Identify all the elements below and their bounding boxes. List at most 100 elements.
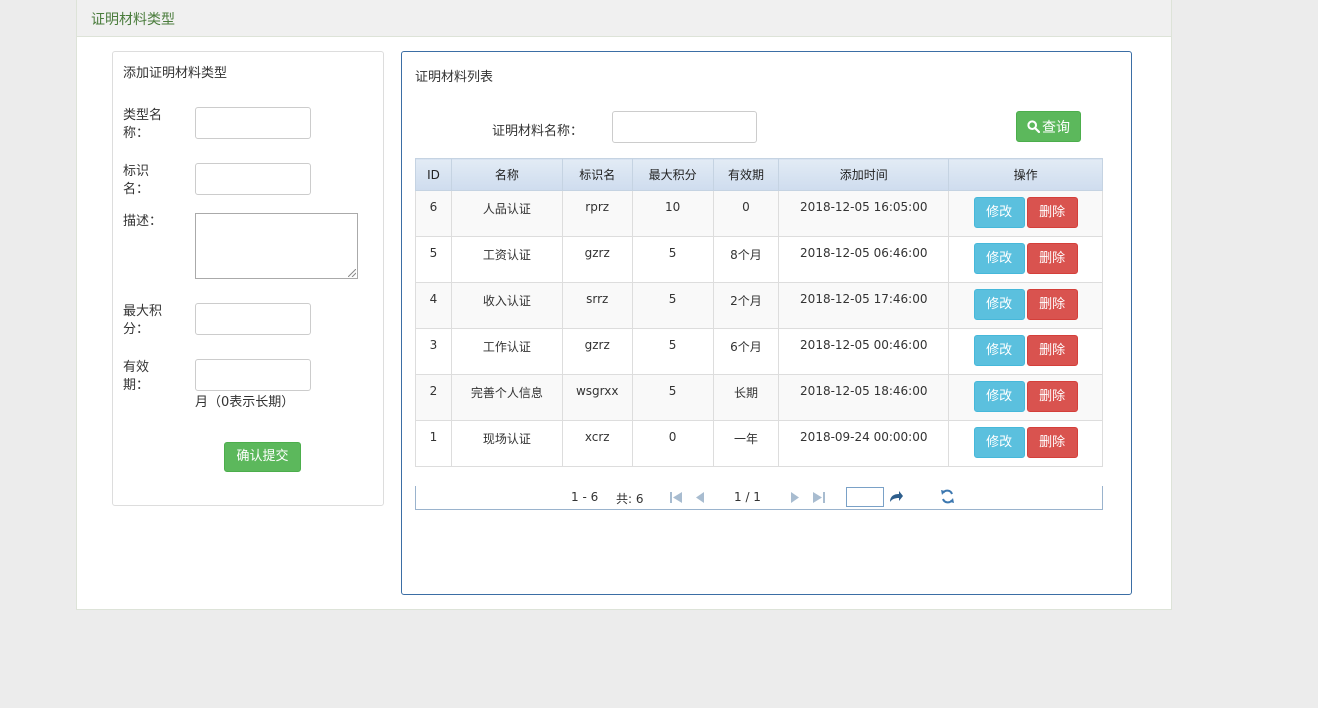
resize-handle-icon[interactable] <box>348 269 356 277</box>
cell-name: 工作认证 <box>450 328 563 375</box>
cell-code: rprz <box>561 190 633 237</box>
cell-code: srrz <box>561 282 633 329</box>
cell-name: 工资认证 <box>450 236 563 283</box>
description-textarea[interactable] <box>195 213 358 279</box>
edit-button[interactable]: 修改 <box>973 243 1025 274</box>
search-icon <box>1027 120 1040 133</box>
add-type-panel: 添加证明材料类型 类型名称： 标识名： 描述： 最大积分： 有效期： 月（0表示… <box>112 51 384 506</box>
column-header: 操作 <box>948 158 1103 191</box>
cell-id: 5 <box>415 236 452 283</box>
column-header[interactable]: 最大积分 <box>631 158 714 191</box>
edit-button[interactable]: 修改 <box>973 335 1025 366</box>
cell-max-points: 5 <box>631 328 714 375</box>
delete-button[interactable]: 删除 <box>1026 289 1078 320</box>
cell-added-time: 2018-12-05 18:46:00 <box>778 374 950 421</box>
cell-id: 4 <box>415 282 452 329</box>
identifier-label: 标识名： <box>123 164 150 197</box>
page-title: 证明材料类型 <box>77 0 1171 37</box>
identifier-input[interactable] <box>195 163 311 195</box>
delete-button[interactable]: 删除 <box>1026 335 1078 366</box>
edit-button[interactable]: 修改 <box>973 197 1025 228</box>
type-name-label: 类型名称： <box>123 108 163 141</box>
delete-button[interactable]: 删除 <box>1026 243 1078 274</box>
go-arrow-icon[interactable] <box>888 490 904 504</box>
column-header[interactable]: 名称 <box>450 158 563 191</box>
column-header[interactable]: 添加时间 <box>778 158 950 191</box>
page-jump-input[interactable] <box>846 487 884 507</box>
description-label: 描述： <box>123 214 163 229</box>
edit-button[interactable]: 修改 <box>973 381 1025 412</box>
table-row: 6 人品认证 rprz 10 0 2018-12-05 16:05:00 修改删… <box>415 190 1103 237</box>
cell-code: xcrz <box>561 420 633 467</box>
pager-range: 1 - 6 <box>571 490 599 504</box>
cell-id: 3 <box>415 328 452 375</box>
cell-code: gzrz <box>561 236 633 283</box>
add-form-title: 添加证明材料类型 <box>123 66 228 81</box>
cell-name: 人品认证 <box>450 190 563 237</box>
list-title: 证明材料列表 <box>415 70 494 85</box>
first-page-icon[interactable] <box>669 491 683 504</box>
cell-max-points: 5 <box>631 374 714 421</box>
cell-added-time: 2018-09-24 00:00:00 <box>778 420 950 467</box>
search-input[interactable] <box>612 111 757 143</box>
table-row: 1 现场认证 xcrz 0 一年 2018-09-24 00:00:00 修改删… <box>415 420 1103 467</box>
cell-validity: 6个月 <box>712 328 780 375</box>
search-label: 证明材料名称： <box>492 124 584 139</box>
cell-added-time: 2018-12-05 06:46:00 <box>778 236 950 283</box>
cell-actions: 修改 删除 <box>948 236 1103 283</box>
cell-name: 现场认证 <box>450 420 563 467</box>
pagination-bar: 1 - 6 共: 6 1 / 1 <box>415 486 1103 510</box>
query-button[interactable]: 查询 <box>1016 111 1081 142</box>
type-list-panel: 证明材料列表 证明材料名称： 查询 ID 名称 标识名 最大积分 有效期 添加时… <box>401 51 1132 595</box>
cell-actions: 修改 删除 <box>948 328 1103 375</box>
column-header[interactable]: 有效期 <box>712 158 780 191</box>
cell-actions: 修改 删除 <box>948 282 1103 329</box>
table-header-row: ID 名称 标识名 最大积分 有效期 添加时间 操作 <box>415 158 1103 191</box>
last-page-icon[interactable] <box>812 491 826 504</box>
next-page-icon[interactable] <box>789 491 801 504</box>
cell-code: wsgrxx <box>561 374 633 421</box>
cell-validity: 一年 <box>712 420 780 467</box>
max-points-input[interactable] <box>195 303 311 335</box>
type-name-input[interactable] <box>195 107 311 139</box>
cell-validity: 0 <box>712 190 780 237</box>
cell-max-points: 10 <box>631 190 714 237</box>
cell-name: 完善个人信息 <box>450 374 563 421</box>
pager-total: 共: 6 <box>616 492 644 506</box>
cell-max-points: 0 <box>631 420 714 467</box>
pager-page-info: 1 / 1 <box>734 490 761 504</box>
max-points-label: 最大积分： <box>123 304 163 337</box>
cell-id: 2 <box>415 374 452 421</box>
validity-input[interactable] <box>195 359 311 391</box>
table-row: 3 工作认证 gzrz 5 6个月 2018-12-05 00:46:00 修改… <box>415 328 1103 375</box>
cell-id: 6 <box>415 190 452 237</box>
table-row: 4 收入认证 srrz 5 2个月 2018-12-05 17:46:00 修改… <box>415 282 1103 329</box>
cell-max-points: 5 <box>631 236 714 283</box>
delete-button[interactable]: 删除 <box>1026 197 1078 228</box>
cell-code: gzrz <box>561 328 633 375</box>
delete-button[interactable]: 删除 <box>1026 381 1078 412</box>
edit-button[interactable]: 修改 <box>973 289 1025 320</box>
cell-name: 收入认证 <box>450 282 563 329</box>
cell-actions: 修改 删除 <box>948 374 1103 421</box>
cell-validity: 8个月 <box>712 236 780 283</box>
cell-id: 1 <box>415 420 452 467</box>
validity-hint: 月（0表示长期） <box>195 395 295 410</box>
cell-actions: 修改 删除 <box>948 190 1103 237</box>
table-row: 5 工资认证 gzrz 5 8个月 2018-12-05 06:46:00 修改… <box>415 236 1103 283</box>
type-table: ID 名称 标识名 最大积分 有效期 添加时间 操作 6 人品认证 rprz 1… <box>415 158 1103 467</box>
refresh-icon[interactable] <box>940 489 955 504</box>
cell-actions: 修改 删除 <box>948 420 1103 467</box>
cell-validity: 长期 <box>712 374 780 421</box>
prev-page-icon[interactable] <box>694 491 706 504</box>
cell-max-points: 5 <box>631 282 714 329</box>
validity-label: 有效期： <box>123 360 150 393</box>
cell-validity: 2个月 <box>712 282 780 329</box>
edit-button[interactable]: 修改 <box>973 427 1025 458</box>
cell-added-time: 2018-12-05 17:46:00 <box>778 282 950 329</box>
delete-button[interactable]: 删除 <box>1026 427 1078 458</box>
submit-button[interactable]: 确认提交 <box>224 442 301 472</box>
column-header[interactable]: ID <box>415 158 452 191</box>
query-label: 查询 <box>1042 119 1070 136</box>
column-header[interactable]: 标识名 <box>561 158 633 191</box>
